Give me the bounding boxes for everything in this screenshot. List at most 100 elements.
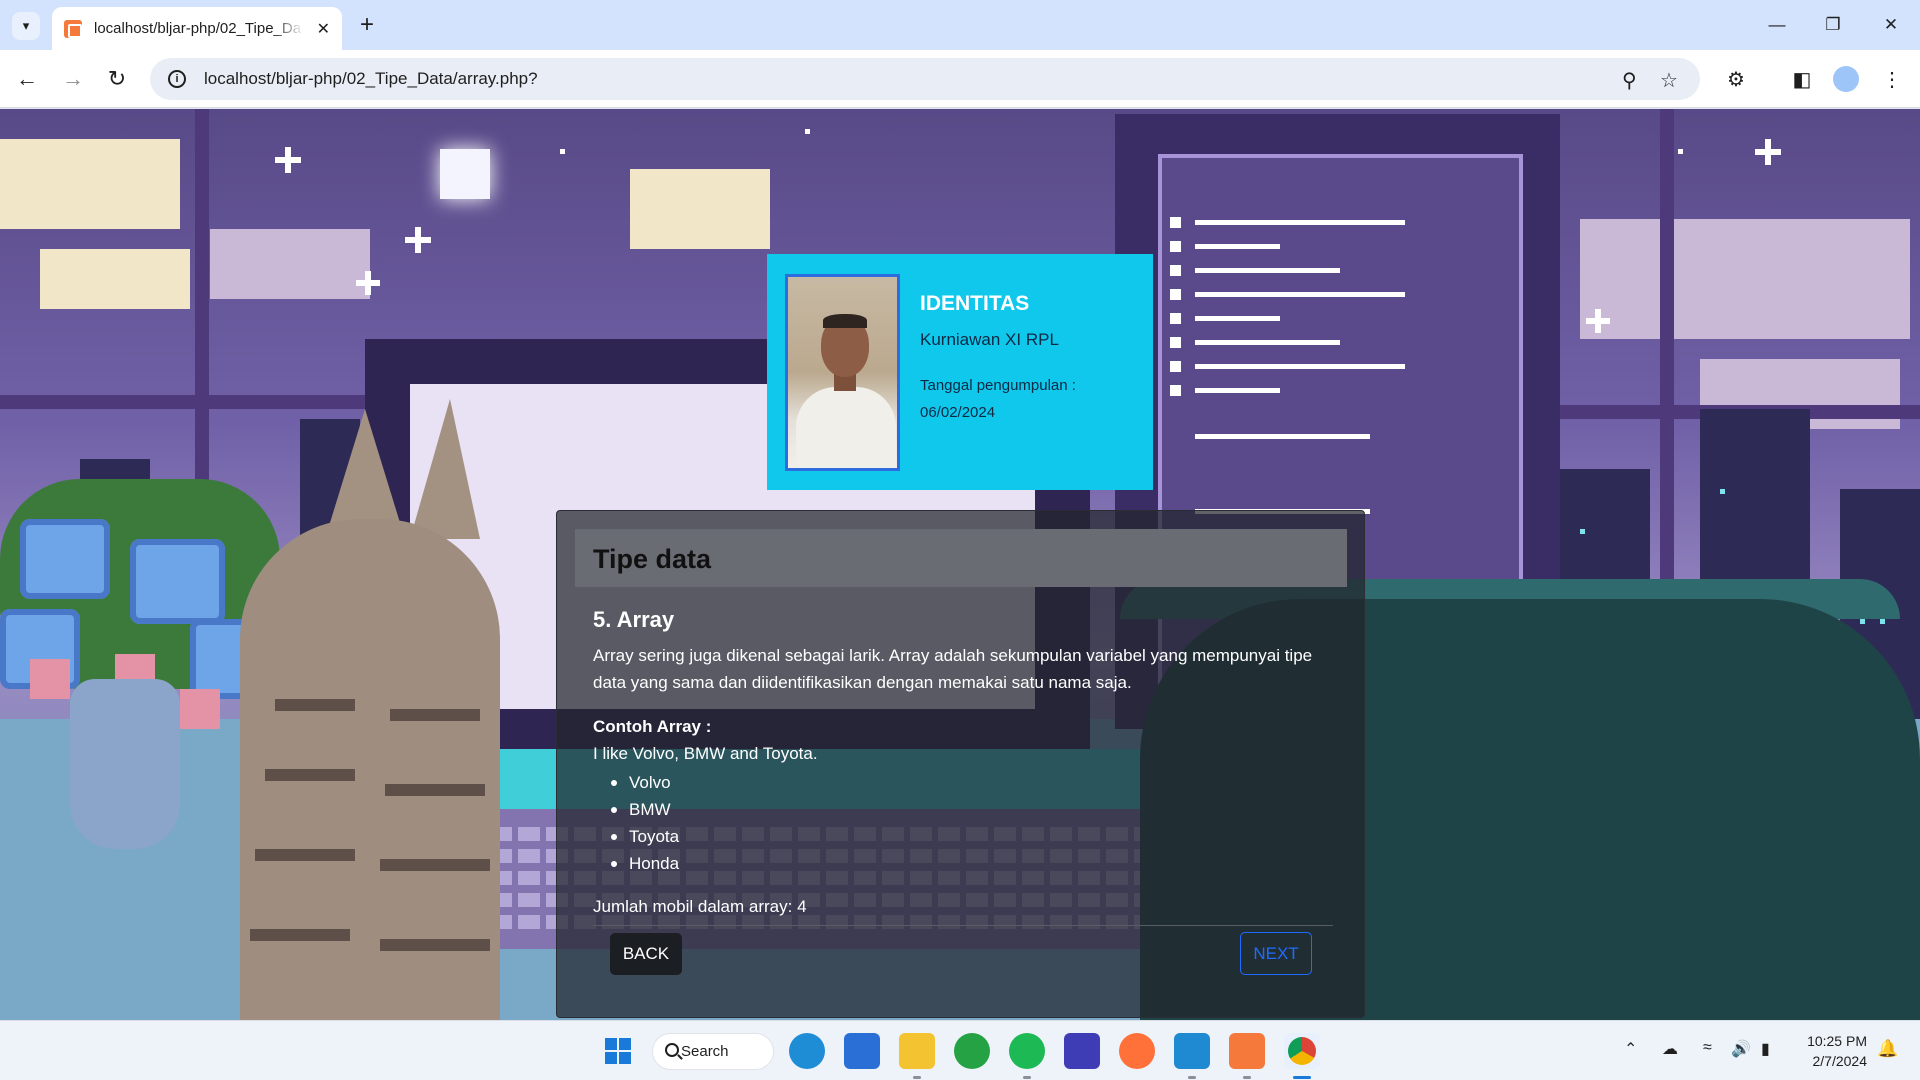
identity-heading: IDENTITAS	[920, 292, 1030, 315]
running-indicator	[1243, 1076, 1251, 1079]
file-explorer-icon[interactable]	[899, 1033, 935, 1069]
zoom-app-icon[interactable]	[1064, 1033, 1100, 1069]
photo-shirt	[796, 387, 896, 468]
tab-search-button[interactable]: ▾	[12, 12, 40, 40]
wifi-icon[interactable]: ≈	[1703, 1039, 1712, 1057]
onedrive-cloud-icon[interactable]: ☁	[1662, 1039, 1678, 1059]
code-bullet	[1170, 289, 1181, 300]
windows-taskbar: Search ⌃ ☁ ≈ 🔊 ▮ 10:25 PM 2/7/2024 🔔	[0, 1020, 1920, 1080]
vscode-icon[interactable]	[1174, 1033, 1210, 1069]
taskbar-search[interactable]: Search	[652, 1033, 774, 1070]
list-item: Honda	[611, 850, 679, 877]
back-button[interactable]: BACK	[610, 933, 682, 975]
code-line	[1195, 244, 1280, 249]
code-line	[1195, 434, 1370, 439]
zoom-icon[interactable]: ⚲	[1622, 68, 1637, 93]
volume-icon[interactable]: 🔊	[1731, 1039, 1751, 1059]
page-title: Tipe data	[593, 544, 712, 574]
minimize-button[interactable]: —	[1762, 10, 1792, 40]
menu-kebab-icon[interactable]: ⋮	[1876, 63, 1908, 95]
show-hidden-icons-icon[interactable]: ⌃	[1624, 1039, 1637, 1059]
firefox-icon[interactable]	[1119, 1033, 1155, 1069]
site-info-icon[interactable]: i	[168, 70, 186, 88]
tab-bar: ▾ localhost/bljar-php/02_Tipe_Da ✕ + — ❐…	[0, 0, 1920, 50]
running-indicator	[1023, 1076, 1031, 1079]
example-title: Contoh Array :	[593, 717, 712, 736]
start-icon[interactable]	[600, 1033, 636, 1069]
restore-button[interactable]: ❐	[1818, 10, 1848, 40]
array-description: Array sering juga dikenal sebagai larik.…	[593, 646, 1313, 692]
navigation-bar: ← → ↻ i localhost/bljar-php/02_Tipe_Data…	[0, 50, 1920, 108]
running-indicator-active	[1293, 1076, 1311, 1079]
edge-icon[interactable]	[789, 1033, 825, 1069]
code-line	[1195, 340, 1340, 345]
city-light	[1720, 489, 1725, 494]
star	[1755, 149, 1781, 155]
chrome-icon[interactable]	[1284, 1033, 1320, 1069]
vase	[70, 679, 180, 849]
cat-stripe	[380, 859, 490, 871]
identity-card: IDENTITAS Kurniawan XI RPL Tanggal pengu…	[767, 254, 1153, 490]
submission-date: 06/02/2024	[920, 404, 996, 421]
code-line	[1195, 316, 1280, 321]
city-light	[1580, 529, 1585, 534]
cat-stripe	[255, 849, 355, 861]
active-tab[interactable]: localhost/bljar-php/02_Tipe_Da ✕	[52, 7, 342, 50]
student-photo	[785, 274, 900, 471]
code-bullet	[1170, 241, 1181, 252]
moon	[440, 149, 490, 199]
submission-date-label: Tanggal pengumpulan :	[920, 377, 1076, 394]
search-label: Search	[681, 1043, 729, 1060]
page-viewport: IDENTITAS Kurniawan XI RPL Tanggal pengu…	[0, 109, 1920, 1020]
content-panel: Tipe data 5. Array Array sering juga dik…	[556, 510, 1365, 1018]
star	[1678, 149, 1683, 154]
running-indicator	[1188, 1076, 1196, 1079]
cloud	[0, 139, 180, 229]
code-bullet	[1170, 385, 1181, 396]
close-tab-icon[interactable]: ✕	[317, 19, 330, 39]
cloud	[210, 229, 370, 299]
code-bullet	[1170, 265, 1181, 276]
url-text[interactable]: localhost/bljar-php/02_Tipe_Data/array.p…	[204, 69, 538, 89]
hydrangea-flower	[20, 519, 110, 599]
forward-arrow-icon[interactable]: →	[58, 64, 88, 94]
extensions-icon[interactable]: ⚙	[1720, 63, 1752, 95]
store-icon[interactable]	[844, 1033, 880, 1069]
reload-icon[interactable]: ↻	[102, 64, 132, 94]
spotify-icon[interactable]	[1009, 1033, 1045, 1069]
profile-avatar[interactable]	[1833, 66, 1859, 92]
pink-flower	[30, 659, 70, 699]
cat-stripe	[265, 769, 355, 781]
code-line	[1195, 220, 1405, 225]
next-button[interactable]: NEXT	[1240, 932, 1312, 975]
code-bullet	[1170, 217, 1181, 228]
cat-stripe	[390, 709, 480, 721]
code-bullet	[1170, 337, 1181, 348]
photo-hair	[823, 314, 867, 328]
whatsapp-icon[interactable]	[954, 1033, 990, 1069]
example-text: I like Volvo, BMW and Toyota.	[593, 744, 818, 763]
xampp-icon[interactable]	[1229, 1033, 1265, 1069]
pink-flower	[180, 689, 220, 729]
close-window-button[interactable]: ✕	[1876, 10, 1906, 40]
list-item: Toyota	[611, 823, 679, 850]
student-name: Kurniawan XI RPL	[920, 330, 1059, 349]
car-list: Volvo BMW Toyota Honda	[611, 769, 679, 877]
taskbar-clock[interactable]: 10:25 PM 2/7/2024	[1795, 1031, 1867, 1071]
battery-icon[interactable]: ▮	[1761, 1039, 1770, 1059]
new-tab-button[interactable]: +	[352, 10, 382, 40]
back-arrow-icon[interactable]: ←	[12, 64, 42, 94]
car-count-text: Jumlah mobil dalam array: 4	[593, 897, 807, 916]
side-panel-icon[interactable]: ◧	[1786, 63, 1818, 95]
tab-title: localhost/bljar-php/02_Tipe_Da	[94, 20, 302, 37]
hydrangea-flower	[130, 539, 225, 624]
star	[560, 149, 565, 154]
notification-bell-icon[interactable]: 🔔	[1877, 1039, 1898, 1059]
city-light	[1880, 619, 1885, 624]
bookmark-star-icon[interactable]: ☆	[1660, 68, 1678, 93]
address-bar[interactable]: i localhost/bljar-php/02_Tipe_Data/array…	[150, 58, 1700, 100]
section-title: 5. Array	[593, 607, 675, 632]
code-bullet	[1170, 313, 1181, 324]
cat-stripe	[385, 784, 485, 796]
cat-stripe	[250, 929, 350, 941]
